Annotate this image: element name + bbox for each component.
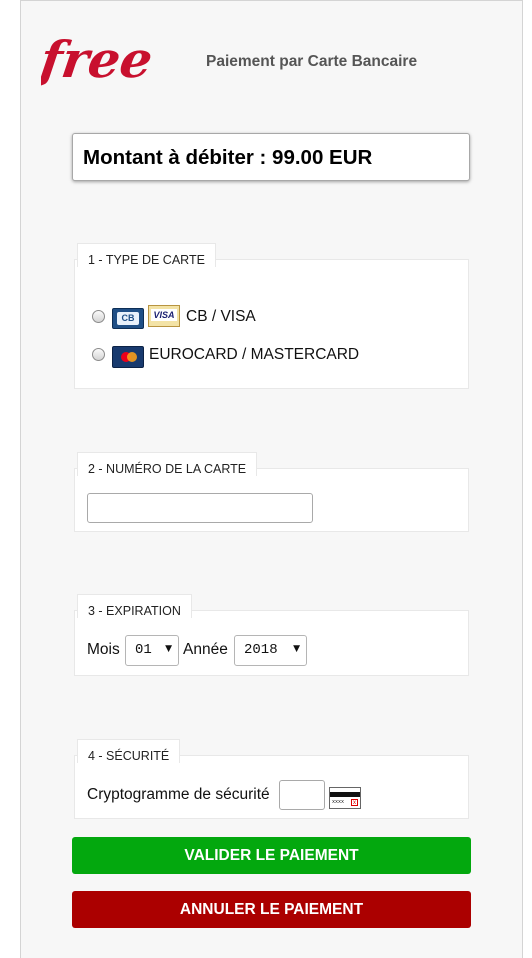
cvv-input[interactable] bbox=[279, 780, 325, 810]
year-value: 2018 bbox=[244, 642, 278, 658]
month-label: Mois bbox=[87, 641, 120, 658]
page-title: Paiement par Carte Bancaire bbox=[206, 53, 418, 70]
year-label: Année bbox=[183, 641, 228, 658]
month-value: 01 bbox=[135, 642, 152, 658]
cvv-label: Cryptogramme de sécurité bbox=[87, 786, 270, 803]
mastercard-icon bbox=[112, 346, 144, 368]
security-section: 4 - SÉCURITÉ Cryptogramme de sécurité bbox=[74, 739, 469, 819]
chevron-down-icon: ▼ bbox=[293, 644, 300, 654]
cb-icon: CB bbox=[112, 308, 144, 329]
chevron-down-icon: ▼ bbox=[165, 644, 172, 654]
free-logo: free bbox=[41, 30, 156, 89]
card-number-section: 2 - NUMÉRO DE LA CARTE bbox=[74, 452, 469, 532]
radio-eurocard-mastercard[interactable] bbox=[92, 348, 105, 361]
card-type-section: 1 - TYPE DE CARTE CB VISA CB / VISA EURO… bbox=[74, 243, 469, 389]
visa-icon: VISA bbox=[148, 305, 180, 327]
svg-text:free: free bbox=[41, 30, 156, 89]
payment-page: free Paiement par Carte Bancaire Montant… bbox=[20, 0, 523, 958]
cancel-payment-button[interactable]: ANNULER LE PAIEMENT bbox=[72, 891, 471, 928]
amount-display: Montant à débiter : 99.00 EUR bbox=[72, 133, 470, 181]
security-legend: 4 - SÉCURITÉ bbox=[77, 739, 181, 763]
card-option-label: CB / VISA bbox=[186, 308, 256, 325]
year-select[interactable]: 2018 ▼ bbox=[234, 635, 307, 666]
card-number-input[interactable] bbox=[87, 493, 313, 523]
month-select[interactable]: 01 ▼ bbox=[125, 635, 179, 666]
expiration-section: 3 - EXPIRATION Mois 01 ▼ Année 2018 ▼ bbox=[74, 594, 469, 676]
card-number-legend: 2 - NUMÉRO DE LA CARTE bbox=[77, 452, 258, 476]
expiration-legend: 3 - EXPIRATION bbox=[77, 594, 192, 618]
validate-payment-button[interactable]: VALIDER LE PAIEMENT bbox=[72, 837, 471, 874]
card-type-legend: 1 - TYPE DE CARTE bbox=[77, 243, 216, 267]
radio-cb-visa[interactable] bbox=[92, 310, 105, 323]
card-option-label: EUROCARD / MASTERCARD bbox=[149, 346, 360, 363]
cvv-card-icon: xxxx x bbox=[329, 787, 361, 809]
